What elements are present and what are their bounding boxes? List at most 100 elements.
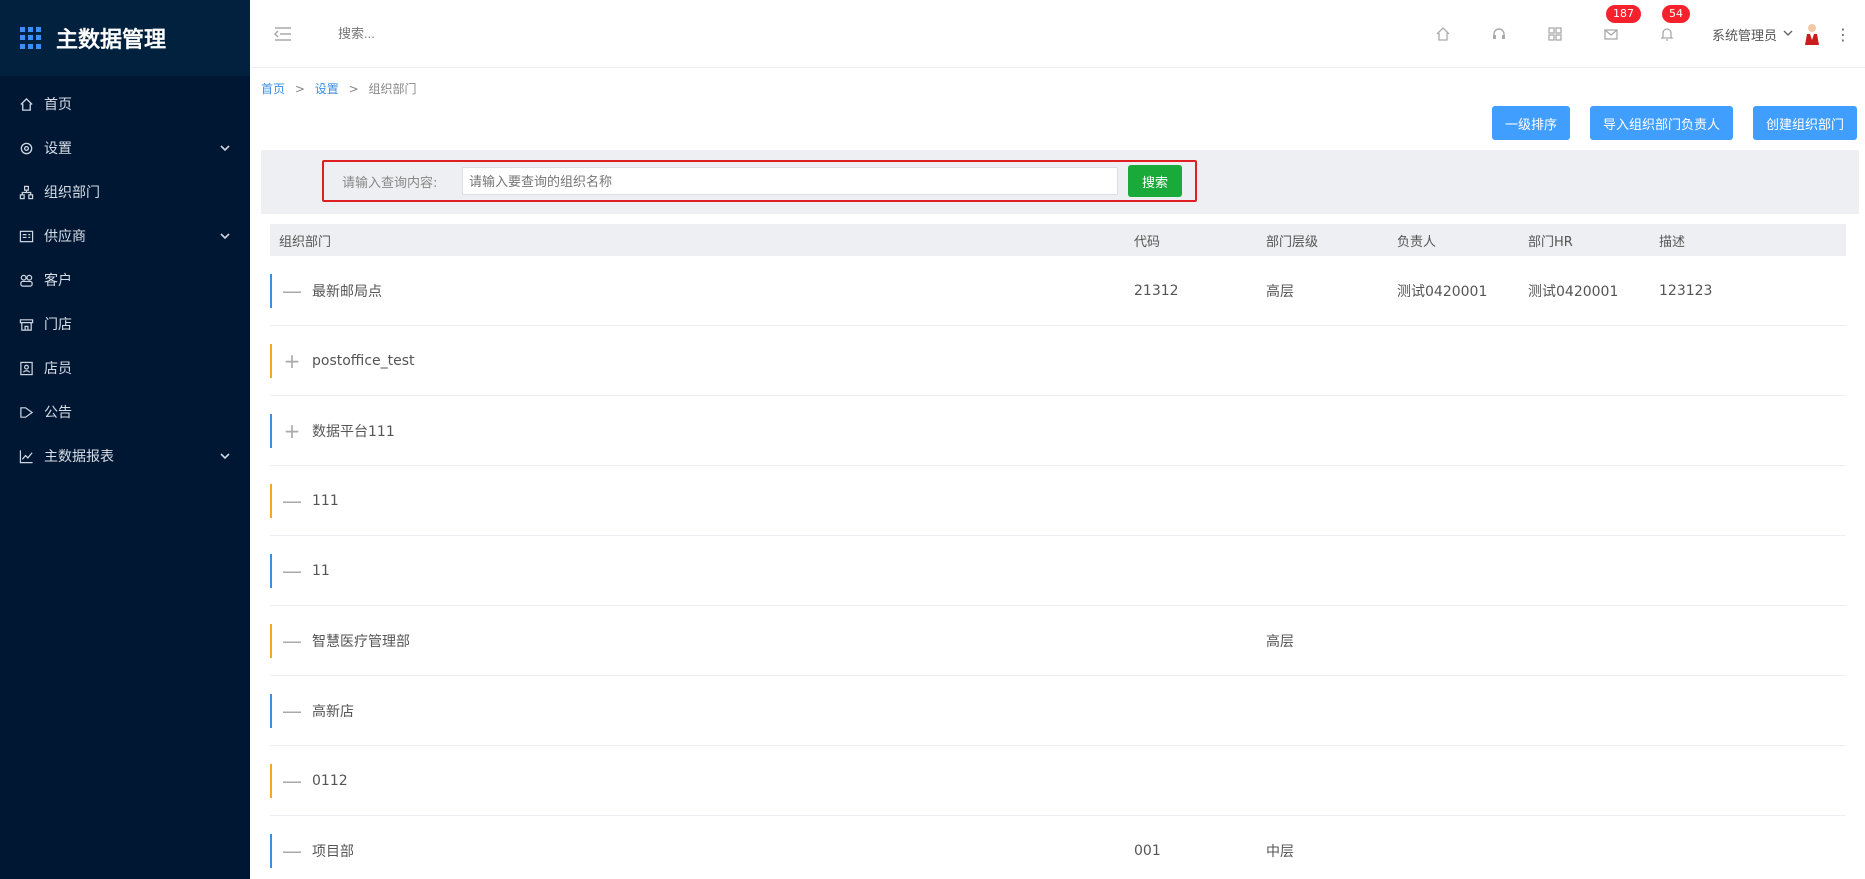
collapse-icon[interactable]: — [280, 629, 304, 653]
expand-icon[interactable]: + [280, 419, 304, 443]
collapse-icon[interactable]: — [280, 559, 304, 583]
table-row[interactable]: — 最新邮局点 21312 高层 测试0420001 测试0420001 123123 [270, 256, 1846, 326]
table-row[interactable]: — 智慧医疗管理部 高层 [270, 606, 1846, 676]
sidebar-item-label: 供应商 [44, 229, 86, 245]
user-menu[interactable]: 系统管理员 [1712, 22, 1821, 46]
header-hr[interactable]: 部门HR [1528, 231, 1659, 250]
sidebar-item-announcement[interactable]: 公告 [0, 390, 250, 434]
sidebar: 主数据管理 首页 设置 组织部门 供应商 客户 门店 店员 公告 主数据报表 [0, 0, 250, 879]
header-level[interactable]: 部门层级 [1266, 231, 1397, 250]
sidebar-item-customer[interactable]: 客户 [0, 258, 250, 302]
sidebar-item-label: 组织部门 [44, 185, 100, 201]
sidebar-item-label: 主数据报表 [44, 449, 114, 465]
collapse-icon[interactable]: — [280, 279, 304, 303]
home-icon[interactable] [1432, 23, 1454, 45]
row-indicator [270, 624, 272, 658]
sidebar-item-org[interactable]: 组织部门 [0, 170, 250, 214]
more-vertical-icon[interactable]: ⋮ [1833, 25, 1853, 44]
hr-cell: 测试0420001 [1528, 283, 1619, 300]
org-name-cell: 数据平台111 [312, 423, 395, 440]
row-indicator [270, 274, 272, 308]
header-name[interactable]: 组织部门 [270, 231, 1134, 250]
breadcrumb-settings[interactable]: 设置 [315, 82, 339, 96]
collapse-icon[interactable]: — [280, 489, 304, 513]
org-table: 组织部门 代码 部门层级 负责人 部门HR 描述 — 最新邮局点 21312 高层 测试… [270, 224, 1846, 879]
row-indicator [270, 694, 272, 728]
topbar-icons: 187 54 系统管理员 ⋮ [1432, 0, 1865, 68]
header-desc[interactable]: 描述 [1659, 231, 1789, 250]
customer-icon [18, 272, 34, 288]
table-row[interactable]: + postoffice_test [270, 326, 1846, 396]
sidebar-item-reports[interactable]: 主数据报表 [0, 434, 250, 478]
avatar[interactable] [1803, 22, 1821, 46]
sort-button[interactable]: 一级排序 [1491, 106, 1570, 140]
table-row[interactable]: + 数据平台111 [270, 396, 1846, 466]
breadcrumb-separator: > [348, 82, 359, 96]
desc-cell: 123123 [1659, 282, 1713, 299]
top-bar: 187 54 系统管理员 ⋮ [250, 0, 1865, 68]
sidebar-item-label: 设置 [44, 141, 72, 157]
table-row[interactable]: — 11 [270, 536, 1846, 606]
sidebar-item-settings[interactable]: 设置 [0, 126, 250, 170]
org-search-input[interactable] [462, 167, 1118, 195]
org-name-cell: 0112 [312, 772, 348, 789]
header-code[interactable]: 代码 [1134, 231, 1266, 250]
sidebar-item-label: 首页 [44, 97, 72, 113]
breadcrumb: 首页 > 设置 > 组织部门 [261, 80, 416, 97]
search-button[interactable]: 搜索 [1128, 165, 1182, 197]
expand-icon[interactable]: + [280, 349, 304, 373]
org-name-cell: 高新店 [312, 703, 354, 720]
table-header: 组织部门 代码 部门层级 负责人 部门HR 描述 [270, 224, 1846, 256]
org-name-cell: 项目部 [312, 843, 354, 860]
row-indicator [270, 834, 272, 868]
org-icon [18, 184, 34, 200]
app-grid-icon[interactable] [20, 27, 42, 49]
collapse-icon[interactable]: — [280, 769, 304, 793]
collapse-menu-icon[interactable] [272, 23, 294, 45]
row-indicator [270, 554, 272, 588]
org-name-cell: postoffice_test [312, 352, 415, 369]
search-label: 请输入查询内容: [342, 175, 438, 191]
app-title: 主数据管理 [56, 28, 167, 53]
row-indicator [270, 484, 272, 518]
mail-badge: 187 [1605, 5, 1641, 23]
sidebar-item-label: 店员 [44, 361, 72, 377]
table-row[interactable]: — 111 [270, 466, 1846, 536]
apps-grid-icon[interactable] [1544, 23, 1566, 45]
table-row[interactable]: — 项目部 001 中层 [270, 816, 1846, 879]
org-name-cell: 最新邮局点 [312, 283, 382, 300]
sidebar-item-clerk[interactable]: 店员 [0, 346, 250, 390]
chevron-down-icon [220, 449, 230, 465]
collapse-icon[interactable]: — [280, 699, 304, 723]
org-name-cell: 智慧医疗管理部 [312, 633, 410, 650]
table-row[interactable]: — 高新店 [270, 676, 1846, 746]
sidebar-item-home[interactable]: 首页 [0, 82, 250, 126]
create-org-button[interactable]: 创建组织部门 [1752, 106, 1857, 140]
announcement-icon [18, 404, 34, 420]
level-cell: 中层 [1266, 843, 1294, 860]
bell-icon[interactable]: 54 [1656, 5, 1690, 45]
sidebar-item-label: 客户 [44, 273, 72, 289]
user-name: 系统管理员 [1711, 28, 1777, 44]
collapse-icon[interactable]: — [280, 839, 304, 863]
notification-badge: 54 [1661, 5, 1690, 23]
table-row[interactable]: — 0112 [270, 746, 1846, 816]
chart-icon [18, 448, 34, 464]
sidebar-item-store[interactable]: 门店 [0, 302, 250, 346]
mail-icon[interactable]: 187 [1600, 5, 1641, 45]
sidebar-item-supplier[interactable]: 供应商 [0, 214, 250, 258]
store-icon [18, 316, 34, 332]
search-form: 请输入查询内容: 搜索 [322, 160, 1197, 202]
table-body: — 最新邮局点 21312 高层 测试0420001 测试0420001 123123 + po… [270, 256, 1846, 879]
breadcrumb-home[interactable]: 首页 [261, 82, 285, 96]
sidebar-item-label: 公告 [44, 405, 72, 421]
org-name-cell: 111 [312, 492, 339, 509]
header-owner[interactable]: 负责人 [1397, 231, 1528, 250]
row-indicator [270, 764, 272, 798]
page-actions: 一级排序 导入组织部门负责人 创建组织部门 [1472, 106, 1857, 140]
import-owner-button[interactable]: 导入组织部门负责人 [1589, 106, 1733, 140]
global-search-input[interactable] [338, 26, 598, 41]
supplier-icon [18, 228, 34, 244]
headset-icon[interactable] [1488, 23, 1510, 45]
chevron-down-icon [220, 229, 230, 245]
